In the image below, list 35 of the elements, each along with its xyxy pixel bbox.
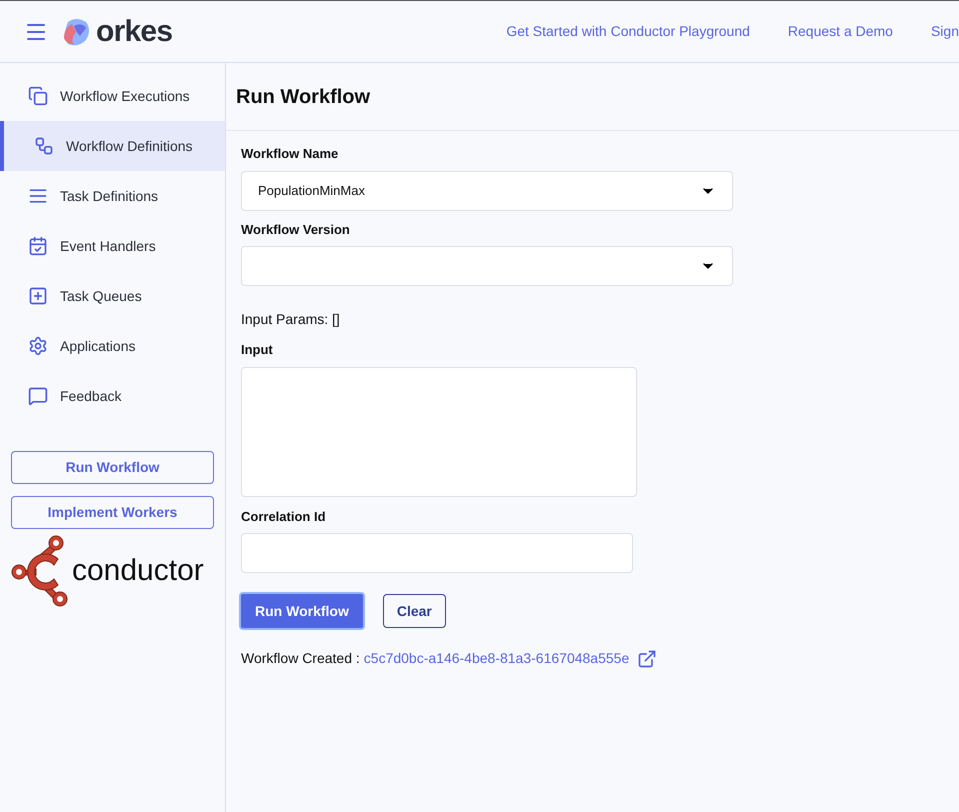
field-label: Workflow Name [241, 145, 340, 163]
stacked-squares-icon [28, 86, 48, 106]
sidebar-button[interactable]: Implement Workers [11, 496, 214, 529]
field-label: Workflow Version [241, 220, 351, 238]
clear-button[interactable]: Clear [382, 594, 446, 628]
sidebar-item[interactable]: Workflow Executions [0, 71, 225, 121]
conductor-logo-text: conductor [72, 556, 204, 586]
correlation-id-field[interactable] [241, 533, 633, 573]
message-icon [28, 386, 48, 406]
sidebar-item[interactable]: Task Queues [0, 271, 225, 321]
input-params-text: Input Params: [] [241, 310, 341, 329]
field-label: Correlation Id [241, 508, 327, 526]
nodes-icon [34, 136, 54, 156]
field-label: Input [241, 341, 274, 359]
sidebar-button[interactable]: Run Workflow [11, 451, 214, 484]
calendar-icon [28, 236, 48, 256]
sidebar-item[interactable]: Workflow Definitions [0, 121, 225, 171]
sidebar-item[interactable]: Applications [0, 321, 225, 371]
workflow-name-select[interactable]: PopulationMinMax [241, 170, 733, 210]
header-link[interactable]: Request a Demo [788, 21, 893, 42]
header-link[interactable]: Sign [930, 21, 959, 42]
logo-text: orkes [96, 16, 172, 46]
settings-icon [28, 336, 48, 356]
workflow-id-link[interactable]: c5c7d0bc-a146-4be8-81a3-6167048a555e [364, 648, 630, 669]
plus-square-icon [28, 286, 48, 306]
sidebar-item[interactable]: Event Handlers [0, 221, 225, 271]
workflow-version-select[interactable] [241, 246, 733, 286]
header-link[interactable]: Get Started with Conductor Playground [506, 21, 750, 42]
input-field[interactable] [241, 366, 637, 496]
run-workflow-button[interactable]: Run Workflow [239, 592, 365, 630]
sidebar-item[interactable]: Feedback [0, 371, 225, 421]
page-title: Run Workflow [236, 84, 370, 110]
result-label: Workflow Created : [241, 649, 360, 668]
external-link-icon[interactable] [637, 648, 658, 668]
sidebar-item[interactable]: Task Definitions [0, 171, 225, 221]
